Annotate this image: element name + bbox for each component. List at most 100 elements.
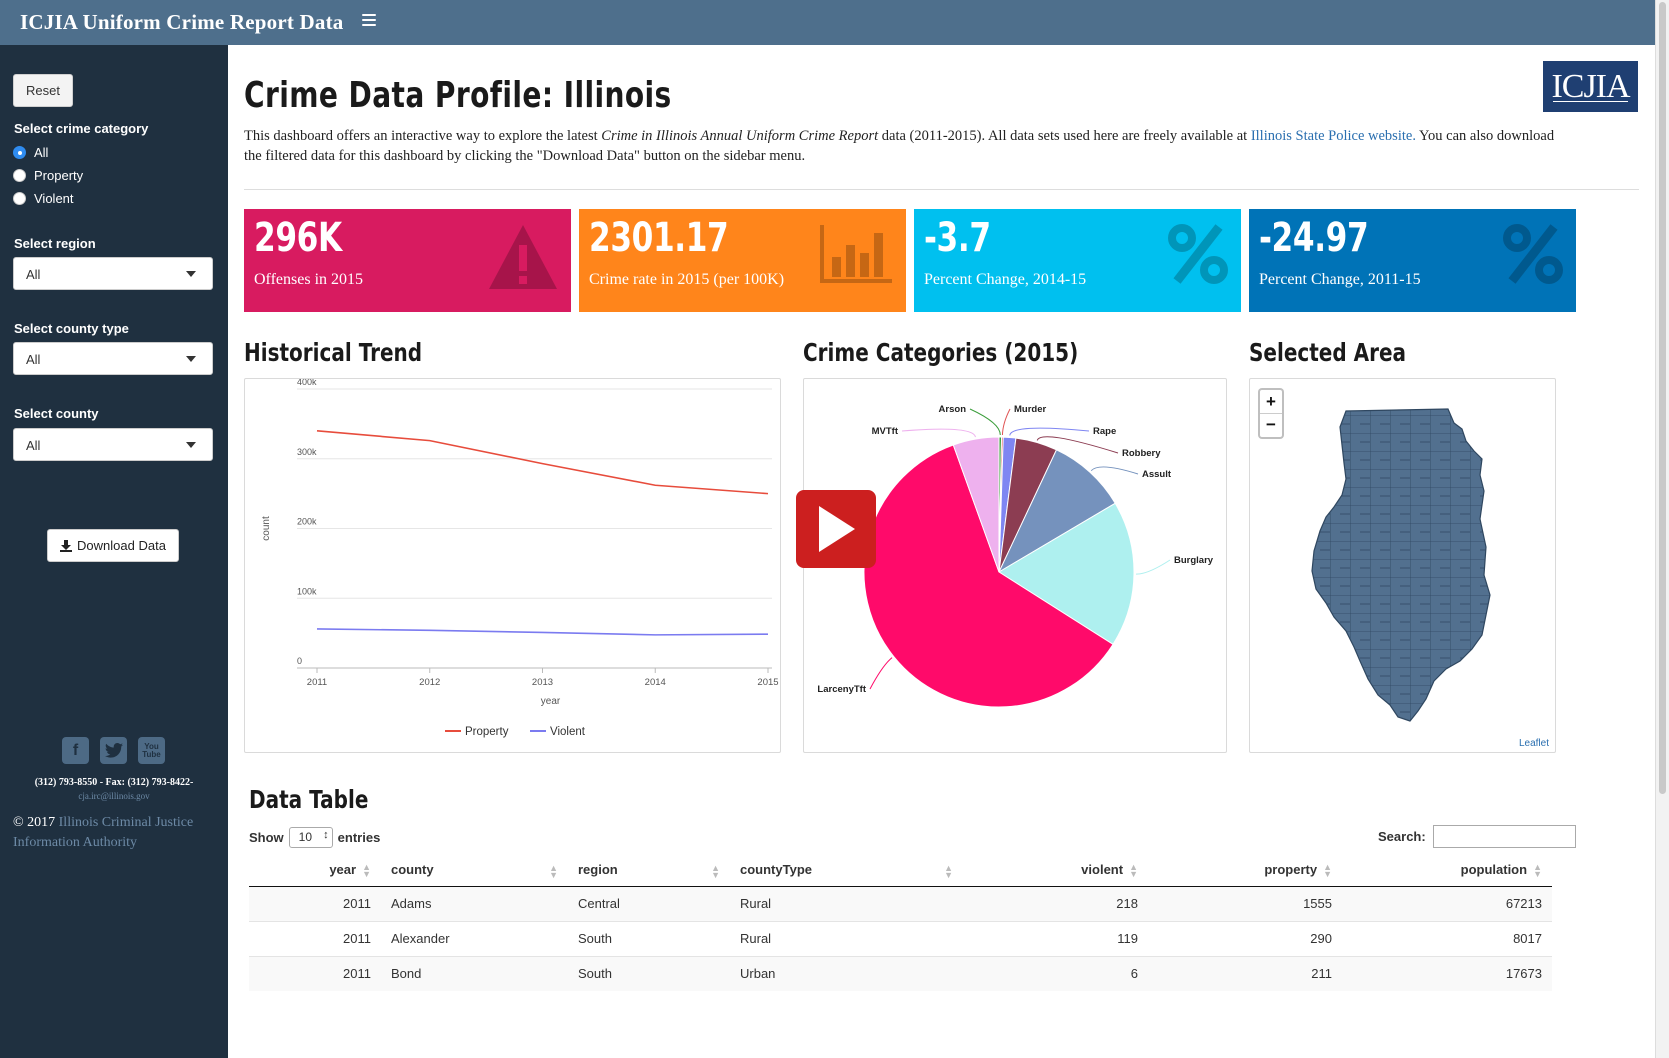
page-scrollbar[interactable] [1655, 0, 1669, 1058]
county-type-label: Select county type [14, 321, 129, 336]
cell-year: 2011 [249, 920, 381, 956]
search-input[interactable] [1432, 825, 1576, 848]
col-header-label: county [391, 862, 434, 878]
divider [244, 189, 1639, 190]
county-label: Select county [14, 406, 99, 421]
caret-down-icon [186, 356, 196, 362]
legend-label: Property [465, 726, 509, 738]
sort-icon: ▲ ▼ [1533, 861, 1542, 879]
radio-property[interactable]: Property [13, 168, 83, 183]
y-tick-label: 100k [297, 586, 317, 596]
selected-area-map[interactable]: + − Leaflet [1249, 378, 1556, 753]
col-header-label: violent [1081, 861, 1124, 877]
value-box-label: Crime rate in 2015 (per 100K) [589, 271, 785, 288]
sort-icon: ▲ ▼ [549, 863, 558, 880]
county-type-select[interactable]: All [13, 342, 213, 375]
top-navbar: ICJIA Uniform Crime Report Data [0, 0, 1669, 45]
table-length-control: Show 10 entries [249, 827, 380, 848]
historical-trend-chart: 0 100k 200k 300k 400k 2011 2012 2013 2014 2015 cou… [261, 377, 779, 738]
cell-property: 211 [1148, 955, 1342, 991]
sort-icon: ▲ ▼ [362, 861, 371, 879]
radio-unselected-icon [13, 192, 26, 205]
cell-countytype: Rural [730, 920, 963, 956]
data-table: year ▲ ▼ county ▲ ▼ region ▲ ▼ countyType ▲ ▼ vi… [249, 854, 1552, 991]
isp-website-link[interactable]: Illinois State Police website. [1251, 128, 1416, 144]
select-value: All [26, 438, 41, 453]
county-select[interactable]: All [13, 428, 213, 461]
y-tick-label: 400k [297, 379, 317, 387]
sort-icon: ▲ ▼ [1129, 861, 1138, 879]
page-length-select[interactable]: 10 [288, 827, 333, 848]
pie-label: Murder [1014, 404, 1047, 415]
facebook-icon[interactable]: f [62, 737, 89, 764]
cell-county: Alexander [381, 920, 568, 956]
cell-year: 2011 [249, 885, 381, 921]
col-header-property[interactable]: property ▲ ▼ [1148, 854, 1342, 887]
icjia-logo: ICJIA [1543, 61, 1638, 112]
value-box-offenses: 296K Offenses in 2015 [244, 209, 571, 312]
cell-property: 290 [1148, 920, 1342, 956]
search-label: Search: [1378, 829, 1426, 844]
col-header-label: population [1460, 861, 1528, 877]
pie-leader-line [1001, 408, 1011, 436]
value-box-value: -24.97 [1259, 215, 1369, 261]
crime-categories-heading: Crime Categories (2015) [803, 338, 1079, 367]
radio-all[interactable]: All [13, 145, 48, 160]
value-box-value: 2301.17 [589, 215, 729, 261]
illinois-county-map[interactable] [1250, 379, 1556, 752]
leaflet-attribution-link[interactable]: Leaflet [1519, 738, 1549, 749]
pie-label: Arson [939, 404, 967, 415]
percent-icon [1168, 224, 1228, 284]
table-row[interactable]: 2011 Alexander South Rural 119 290 8017 [249, 920, 1552, 956]
cell-population: 8017 [1342, 920, 1552, 956]
youtube-icon[interactable]: You Tube [138, 737, 165, 764]
radio-selected-icon [13, 146, 26, 159]
col-header-region[interactable]: region ▲ ▼ [568, 854, 730, 887]
reset-button[interactable]: Reset [13, 74, 73, 107]
show-label: Show [249, 830, 284, 845]
col-header-violent[interactable]: violent ▲ ▼ [963, 854, 1148, 887]
download-icon [60, 539, 73, 552]
video-play-button[interactable] [796, 490, 876, 568]
twitter-icon[interactable] [100, 737, 127, 764]
x-axis-label: year [541, 696, 561, 707]
intro-part: data (2011-2015). All data sets used her… [878, 128, 1251, 144]
col-header-year[interactable]: year ▲ ▼ [249, 854, 381, 887]
contact-email[interactable]: cja.irc@illinois.gov [0, 791, 228, 801]
download-data-button[interactable]: Download Data [47, 529, 179, 562]
cell-countytype: Rural [730, 885, 963, 921]
cell-violent: 6 [963, 955, 1148, 991]
x-tick-label: 2015 [757, 677, 778, 688]
scrollbar-thumb[interactable] [1659, 2, 1666, 794]
value-box-value: 296K [254, 215, 342, 261]
value-box-change-11-15: -24.97 Percent Change, 2011-15 [1249, 209, 1576, 312]
intro-part: This dashboard offers an interactive way… [244, 128, 602, 144]
pie-leader-line [901, 428, 976, 438]
table-row[interactable]: 2011 Bond South Urban 6 211 17673 [249, 955, 1552, 991]
cell-region: Central [568, 885, 730, 921]
col-header-population[interactable]: population ▲ ▼ [1342, 854, 1552, 887]
series-line-violent [316, 628, 769, 636]
historical-trend-panel: 0 100k 200k 300k 400k 2011 2012 2013 2014 2015 cou… [244, 377, 781, 753]
select-value: All [26, 352, 41, 367]
value-box-label: Percent Change, 2014-15 [924, 271, 1087, 288]
cell-population: 17673 [1342, 955, 1552, 991]
sort-icon: ▲ ▼ [944, 863, 953, 880]
col-header-county[interactable]: county ▲ ▼ [381, 854, 568, 887]
col-header-label: year [329, 861, 357, 877]
pie-label: Burglary [1174, 555, 1214, 566]
contact-phone: (312) 793-8550 - Fax: (312) 793-8422- [34, 777, 194, 788]
sidebar-toggle-icon[interactable] [362, 14, 376, 26]
radio-label: All [34, 145, 49, 160]
radio-label: Violent [34, 191, 74, 206]
pie-label: Robbery [1122, 448, 1161, 459]
region-select[interactable]: All [13, 257, 213, 290]
entries-label: entries [337, 830, 381, 845]
cell-region: South [568, 955, 730, 991]
radio-violent[interactable]: Violent [13, 191, 74, 206]
col-header-label: countyType [740, 862, 812, 878]
series-line-property [316, 430, 769, 495]
col-header-countytype[interactable]: countyType ▲ ▼ [730, 854, 963, 887]
intro-italic: Crime in Illinois Annual Uniform Crime R… [601, 128, 879, 144]
table-row[interactable]: 2011 Adams Central Rural 218 1555 67213 [249, 885, 1552, 921]
